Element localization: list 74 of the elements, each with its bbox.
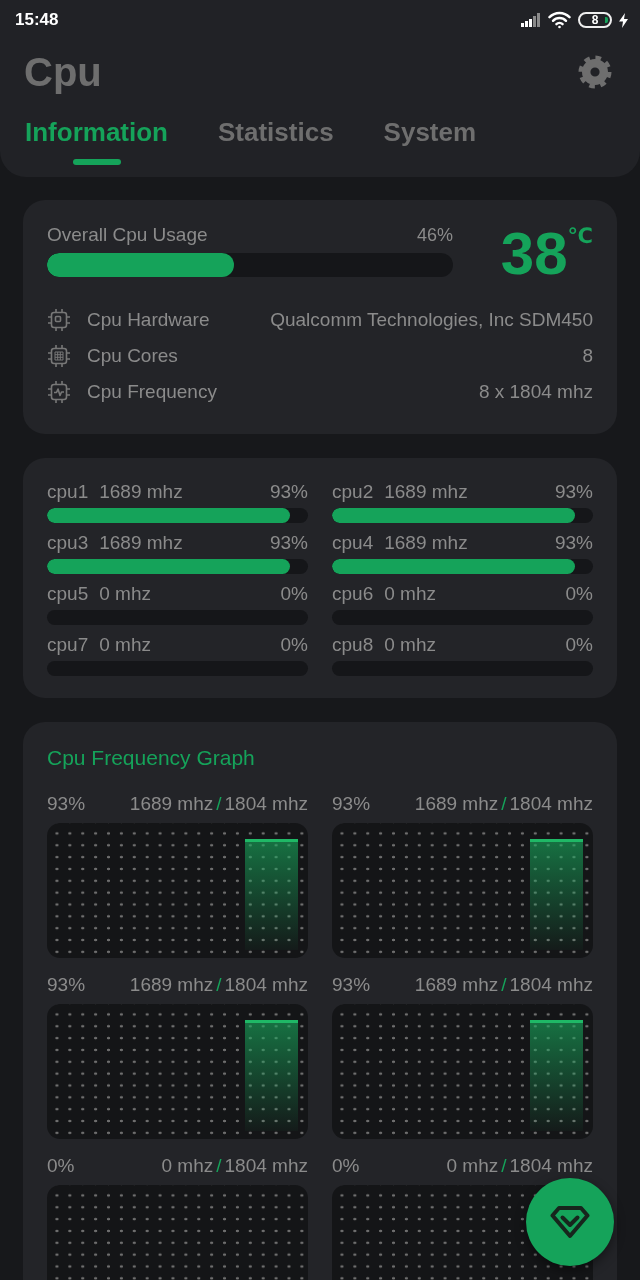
core-frequency: 0 mhz xyxy=(384,635,436,655)
graph-max-frequency: 1804 mhz xyxy=(224,975,308,995)
core-name: cpu6 xyxy=(332,584,374,604)
core-name: cpu7 xyxy=(47,635,89,655)
graph-current-frequency: 0 mhz xyxy=(446,1156,499,1176)
graph-max-frequency: 1804 mhz xyxy=(509,1156,593,1176)
core-frequency: 1689 mhz xyxy=(99,533,183,553)
gem-icon xyxy=(550,1205,590,1239)
battery-percent: 8 xyxy=(591,14,599,26)
core-frequency: 0 mhz xyxy=(384,584,436,604)
core-frequency: 0 mhz xyxy=(99,584,151,604)
chip-grid-icon xyxy=(47,344,71,368)
tab[interactable]: Information xyxy=(25,112,168,165)
graph-percent: 93% xyxy=(47,975,86,995)
app-title: Cpu xyxy=(24,49,102,96)
core-frequency: 1689 mhz xyxy=(99,482,183,502)
graph-percent: 0% xyxy=(332,1156,360,1176)
core-percent: 93% xyxy=(554,482,593,502)
usage-label: Overall Cpu Usage xyxy=(47,225,208,245)
graph-current-frequency: 0 mhz xyxy=(161,1156,214,1176)
graph-title: Cpu Frequency Graph xyxy=(47,748,256,768)
graph-percent: 93% xyxy=(47,794,86,814)
tab-indicator xyxy=(72,159,121,165)
graph-separator: / xyxy=(501,975,507,995)
signal-icon xyxy=(521,13,541,27)
temperature-value: 38 xyxy=(500,228,568,280)
graph-percent: 93% xyxy=(332,975,371,995)
wifi-icon xyxy=(548,11,571,29)
graph-current-frequency: 1689 mhz xyxy=(129,975,214,995)
graph-max-frequency: 1804 mhz xyxy=(224,1156,308,1176)
usage-percent: 46% xyxy=(416,225,453,245)
graph-current-frequency: 1689 mhz xyxy=(129,794,214,814)
core-percent: 0% xyxy=(280,584,308,604)
detail-label: Cpu Cores xyxy=(87,346,178,366)
core-name: cpu3 xyxy=(47,533,89,553)
graph-current-frequency: 1689 mhz xyxy=(414,794,499,814)
core-name: cpu1 xyxy=(47,482,89,502)
graph-separator: / xyxy=(501,1156,507,1176)
core-name: cpu2 xyxy=(332,482,374,502)
core-percent: 93% xyxy=(269,533,308,553)
core-frequency: 0 mhz xyxy=(99,635,151,655)
core-percent: 0% xyxy=(565,584,593,604)
chip-icon xyxy=(47,308,71,332)
chip-pulse-icon xyxy=(47,380,71,404)
core-name: cpu4 xyxy=(332,533,374,553)
detail-value: 8 x 1804 mhz xyxy=(478,382,593,402)
tab[interactable]: System xyxy=(383,112,477,165)
graph-separator: / xyxy=(216,975,222,995)
settings-icon[interactable] xyxy=(578,55,612,89)
tab[interactable]: Statistics xyxy=(218,112,334,165)
graph-max-frequency: 1804 mhz xyxy=(509,794,593,814)
graph-percent: 93% xyxy=(332,794,371,814)
graph-current-frequency: 1689 mhz xyxy=(414,975,499,995)
graph-max-frequency: 1804 mhz xyxy=(509,975,593,995)
graph-separator: / xyxy=(216,794,222,814)
core-percent: 0% xyxy=(565,635,593,655)
detail-label: Cpu Hardware xyxy=(87,310,210,330)
core-percent: 93% xyxy=(269,482,308,502)
status-time: 15:48 xyxy=(15,10,59,30)
detail-label: Cpu Frequency xyxy=(87,382,217,402)
graph-max-frequency: 1804 mhz xyxy=(224,794,308,814)
graph-separator: / xyxy=(216,1156,222,1176)
detail-value: 8 xyxy=(582,346,593,366)
core-name: cpu5 xyxy=(47,584,89,604)
charging-icon xyxy=(619,12,628,28)
core-name: cpu8 xyxy=(332,635,374,655)
temperature-unit: ℃ xyxy=(567,225,593,247)
core-frequency: 1689 mhz xyxy=(384,482,468,502)
graph-separator: / xyxy=(501,794,507,814)
core-frequency: 1689 mhz xyxy=(384,533,468,553)
graph-percent: 0% xyxy=(47,1156,75,1176)
core-percent: 93% xyxy=(554,533,593,553)
core-percent: 0% xyxy=(280,635,308,655)
detail-value: Qualcomm Technologies, Inc SDM450 xyxy=(270,310,593,330)
